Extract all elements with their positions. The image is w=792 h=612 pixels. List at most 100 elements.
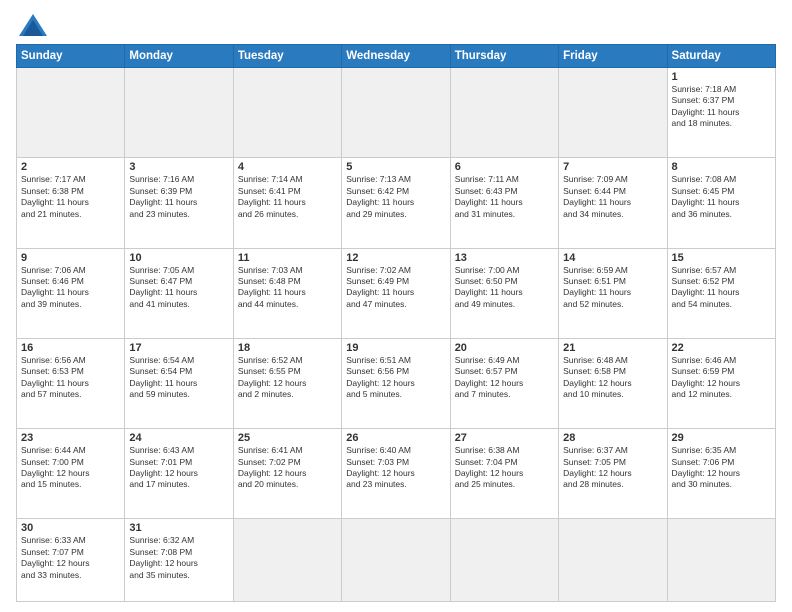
day-header-friday: Friday <box>559 45 667 68</box>
day-info: Sunrise: 7:05 AM Sunset: 6:47 PM Dayligh… <box>129 265 228 311</box>
calendar-day-cell <box>233 519 341 602</box>
logo-text <box>16 14 47 36</box>
calendar-day-cell: 2Sunrise: 7:17 AM Sunset: 6:38 PM Daylig… <box>17 158 125 248</box>
calendar-day-cell: 28Sunrise: 6:37 AM Sunset: 7:05 PM Dayli… <box>559 429 667 519</box>
day-number: 23 <box>21 432 120 444</box>
calendar-day-cell <box>559 68 667 158</box>
calendar-day-cell: 6Sunrise: 7:11 AM Sunset: 6:43 PM Daylig… <box>450 158 558 248</box>
calendar-day-cell: 31Sunrise: 6:32 AM Sunset: 7:08 PM Dayli… <box>125 519 233 602</box>
calendar-day-cell <box>450 68 558 158</box>
day-number: 30 <box>21 522 120 534</box>
day-info: Sunrise: 6:51 AM Sunset: 6:56 PM Dayligh… <box>346 355 445 401</box>
day-number: 4 <box>238 161 337 173</box>
calendar-day-cell <box>233 68 341 158</box>
day-number: 7 <box>563 161 662 173</box>
calendar-day-cell: 20Sunrise: 6:49 AM Sunset: 6:57 PM Dayli… <box>450 338 558 428</box>
day-header-thursday: Thursday <box>450 45 558 68</box>
day-number: 31 <box>129 522 228 534</box>
day-number: 18 <box>238 342 337 354</box>
day-info: Sunrise: 6:48 AM Sunset: 6:58 PM Dayligh… <box>563 355 662 401</box>
day-number: 17 <box>129 342 228 354</box>
calendar-day-cell: 12Sunrise: 7:02 AM Sunset: 6:49 PM Dayli… <box>342 248 450 338</box>
calendar-day-cell: 26Sunrise: 6:40 AM Sunset: 7:03 PM Dayli… <box>342 429 450 519</box>
calendar-day-cell <box>17 68 125 158</box>
day-number: 28 <box>563 432 662 444</box>
calendar-header-row: SundayMondayTuesdayWednesdayThursdayFrid… <box>17 45 776 68</box>
day-number: 27 <box>455 432 554 444</box>
calendar-day-cell <box>667 519 775 602</box>
calendar-day-cell: 27Sunrise: 6:38 AM Sunset: 7:04 PM Dayli… <box>450 429 558 519</box>
calendar-day-cell: 22Sunrise: 6:46 AM Sunset: 6:59 PM Dayli… <box>667 338 775 428</box>
calendar-day-cell: 11Sunrise: 7:03 AM Sunset: 6:48 PM Dayli… <box>233 248 341 338</box>
day-number: 21 <box>563 342 662 354</box>
day-number: 26 <box>346 432 445 444</box>
day-number: 2 <box>21 161 120 173</box>
logo-icon <box>19 14 47 36</box>
day-header-monday: Monday <box>125 45 233 68</box>
calendar-day-cell: 4Sunrise: 7:14 AM Sunset: 6:41 PM Daylig… <box>233 158 341 248</box>
day-number: 6 <box>455 161 554 173</box>
calendar-day-cell: 5Sunrise: 7:13 AM Sunset: 6:42 PM Daylig… <box>342 158 450 248</box>
calendar-day-cell: 10Sunrise: 7:05 AM Sunset: 6:47 PM Dayli… <box>125 248 233 338</box>
calendar-day-cell <box>342 519 450 602</box>
day-number: 14 <box>563 252 662 264</box>
day-number: 20 <box>455 342 554 354</box>
day-info: Sunrise: 6:41 AM Sunset: 7:02 PM Dayligh… <box>238 445 337 491</box>
day-number: 16 <box>21 342 120 354</box>
day-info: Sunrise: 7:16 AM Sunset: 6:39 PM Dayligh… <box>129 174 228 220</box>
calendar-table: SundayMondayTuesdayWednesdayThursdayFrid… <box>16 44 776 602</box>
day-info: Sunrise: 7:02 AM Sunset: 6:49 PM Dayligh… <box>346 265 445 311</box>
day-info: Sunrise: 6:37 AM Sunset: 7:05 PM Dayligh… <box>563 445 662 491</box>
calendar-page: SundayMondayTuesdayWednesdayThursdayFrid… <box>0 0 792 612</box>
day-info: Sunrise: 7:17 AM Sunset: 6:38 PM Dayligh… <box>21 174 120 220</box>
day-info: Sunrise: 7:09 AM Sunset: 6:44 PM Dayligh… <box>563 174 662 220</box>
day-number: 29 <box>672 432 771 444</box>
calendar-day-cell: 17Sunrise: 6:54 AM Sunset: 6:54 PM Dayli… <box>125 338 233 428</box>
day-number: 24 <box>129 432 228 444</box>
calendar-day-cell: 18Sunrise: 6:52 AM Sunset: 6:55 PM Dayli… <box>233 338 341 428</box>
day-info: Sunrise: 7:11 AM Sunset: 6:43 PM Dayligh… <box>455 174 554 220</box>
calendar-day-cell: 16Sunrise: 6:56 AM Sunset: 6:53 PM Dayli… <box>17 338 125 428</box>
day-number: 19 <box>346 342 445 354</box>
day-info: Sunrise: 6:32 AM Sunset: 7:08 PM Dayligh… <box>129 535 228 581</box>
calendar-day-cell: 19Sunrise: 6:51 AM Sunset: 6:56 PM Dayli… <box>342 338 450 428</box>
calendar-week-row: 1Sunrise: 7:18 AM Sunset: 6:37 PM Daylig… <box>17 68 776 158</box>
day-info: Sunrise: 6:44 AM Sunset: 7:00 PM Dayligh… <box>21 445 120 491</box>
calendar-week-row: 16Sunrise: 6:56 AM Sunset: 6:53 PM Dayli… <box>17 338 776 428</box>
day-info: Sunrise: 7:13 AM Sunset: 6:42 PM Dayligh… <box>346 174 445 220</box>
calendar-day-cell: 1Sunrise: 7:18 AM Sunset: 6:37 PM Daylig… <box>667 68 775 158</box>
calendar-week-row: 23Sunrise: 6:44 AM Sunset: 7:00 PM Dayli… <box>17 429 776 519</box>
calendar-day-cell: 8Sunrise: 7:08 AM Sunset: 6:45 PM Daylig… <box>667 158 775 248</box>
day-info: Sunrise: 6:38 AM Sunset: 7:04 PM Dayligh… <box>455 445 554 491</box>
calendar-week-row: 9Sunrise: 7:06 AM Sunset: 6:46 PM Daylig… <box>17 248 776 338</box>
calendar-day-cell: 23Sunrise: 6:44 AM Sunset: 7:00 PM Dayli… <box>17 429 125 519</box>
day-number: 12 <box>346 252 445 264</box>
day-number: 3 <box>129 161 228 173</box>
calendar-day-cell: 13Sunrise: 7:00 AM Sunset: 6:50 PM Dayli… <box>450 248 558 338</box>
calendar-day-cell <box>342 68 450 158</box>
day-info: Sunrise: 6:52 AM Sunset: 6:55 PM Dayligh… <box>238 355 337 401</box>
day-info: Sunrise: 6:57 AM Sunset: 6:52 PM Dayligh… <box>672 265 771 311</box>
calendar-day-cell: 30Sunrise: 6:33 AM Sunset: 7:07 PM Dayli… <box>17 519 125 602</box>
day-info: Sunrise: 7:08 AM Sunset: 6:45 PM Dayligh… <box>672 174 771 220</box>
day-number: 8 <box>672 161 771 173</box>
calendar-day-cell <box>450 519 558 602</box>
day-info: Sunrise: 7:00 AM Sunset: 6:50 PM Dayligh… <box>455 265 554 311</box>
day-info: Sunrise: 6:40 AM Sunset: 7:03 PM Dayligh… <box>346 445 445 491</box>
day-header-wednesday: Wednesday <box>342 45 450 68</box>
calendar-day-cell: 9Sunrise: 7:06 AM Sunset: 6:46 PM Daylig… <box>17 248 125 338</box>
calendar-day-cell <box>125 68 233 158</box>
day-number: 25 <box>238 432 337 444</box>
calendar-day-cell: 24Sunrise: 6:43 AM Sunset: 7:01 PM Dayli… <box>125 429 233 519</box>
day-info: Sunrise: 7:03 AM Sunset: 6:48 PM Dayligh… <box>238 265 337 311</box>
day-number: 22 <box>672 342 771 354</box>
logo <box>16 14 47 36</box>
day-info: Sunrise: 7:14 AM Sunset: 6:41 PM Dayligh… <box>238 174 337 220</box>
calendar-day-cell: 29Sunrise: 6:35 AM Sunset: 7:06 PM Dayli… <box>667 429 775 519</box>
header <box>16 14 776 36</box>
day-info: Sunrise: 6:59 AM Sunset: 6:51 PM Dayligh… <box>563 265 662 311</box>
day-number: 11 <box>238 252 337 264</box>
day-info: Sunrise: 7:18 AM Sunset: 6:37 PM Dayligh… <box>672 84 771 130</box>
day-number: 10 <box>129 252 228 264</box>
day-number: 13 <box>455 252 554 264</box>
